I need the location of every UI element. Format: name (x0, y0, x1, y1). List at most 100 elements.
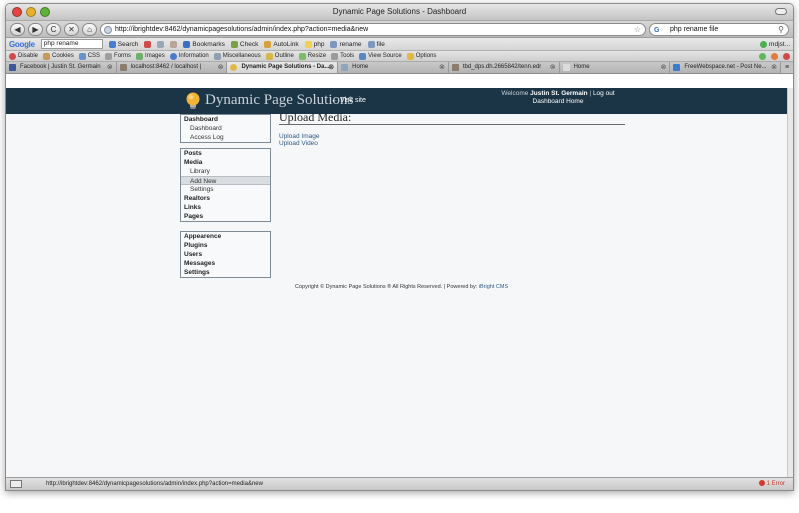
gtb-share[interactable] (157, 40, 165, 48)
wd-cookies[interactable]: Cookies (43, 52, 74, 60)
url-bar[interactable]: http://ibrightdev:8462/dynamicpagesoluti… (100, 22, 646, 36)
ibright-cms-link[interactable]: iBright CMS (479, 284, 508, 290)
upload-image-link[interactable]: Upload Image (279, 133, 319, 140)
sidebar-item-posts[interactable]: Posts (181, 149, 270, 158)
upload-video-link[interactable]: Upload Video (279, 140, 318, 147)
tab-home-1[interactable]: Home ⊗ (338, 62, 449, 73)
bookmark-star-icon[interactable]: ☆ (634, 24, 641, 35)
wd-miscellaneous[interactable]: Miscellaneous (213, 52, 261, 60)
wd-options[interactable]: Options (406, 52, 436, 60)
warning-icon[interactable] (771, 52, 778, 60)
wd-outline[interactable]: Outline (265, 52, 294, 60)
tab-close-icon[interactable]: ⊗ (328, 62, 334, 73)
tab-close-icon[interactable]: ⊗ (218, 62, 224, 73)
status-url: http://ibrightdev:8462/dynamicpagesoluti… (46, 481, 263, 487)
sidebar-item-add-new[interactable]: Add New (181, 176, 270, 185)
gtb-check[interactable]: Check (230, 40, 258, 48)
star-icon (183, 40, 191, 48)
tab-dynamic-page-solutions[interactable]: Dynamic Page Solutions - Da... ⊗ (227, 62, 339, 73)
search-box[interactable]: G php rename file ⚲ (649, 22, 789, 36)
page-footer: Copyright © Dynamic Page Solutions ® All… (295, 284, 508, 290)
sidebar-item-messages[interactable]: Messages (181, 259, 270, 268)
wd-view-source[interactable]: View Source (359, 52, 402, 60)
phpmyadmin-favicon-icon (119, 64, 127, 71)
google-toolbar: Google php rename Search Bookmarks Check… (6, 38, 793, 51)
sidebar-item-users[interactable]: Users (181, 250, 270, 259)
wd-tools[interactable]: Tools (331, 52, 354, 60)
sidebar-group-dashboard: Dashboard Dashboard Access Log (180, 114, 271, 143)
url-text[interactable]: http://ibrightdev:8462/dynamicpagesoluti… (115, 26, 368, 33)
google-toolbar-search[interactable]: php rename (40, 39, 103, 49)
sidebar-item-access-log[interactable]: Access Log (181, 133, 270, 142)
facebook-favicon-icon (9, 64, 16, 71)
tab-home-2[interactable]: Home ⊗ (559, 62, 671, 73)
sidebar-item-dashboard[interactable]: Dashboard (181, 124, 270, 133)
wd-css[interactable]: CSS (78, 52, 100, 60)
magnifier-icon[interactable]: ⚲ (778, 24, 784, 35)
page-favicon-icon (562, 64, 570, 71)
tab-close-icon[interactable]: ⊗ (439, 62, 445, 73)
tab-close-icon[interactable]: ⊗ (771, 62, 777, 73)
tab-freewebspace[interactable]: FreeWebspace.net - Post Ne... ⊗ (670, 62, 782, 73)
information-icon (169, 52, 177, 60)
gtb-gmail[interactable] (144, 40, 152, 48)
wd-resize[interactable]: Resize (298, 52, 326, 60)
wd-images[interactable]: Images (136, 52, 165, 60)
error-icon[interactable] (783, 52, 790, 60)
sidebar-group-content: Posts Media Library Add New Settings Rea… (180, 148, 271, 222)
wd-forms[interactable]: Forms (105, 52, 131, 60)
toolbar-toggle-button[interactable] (775, 8, 787, 15)
validation-ok-icon[interactable] (759, 52, 766, 60)
tab-close-icon[interactable]: ⊗ (660, 62, 666, 73)
user-name-link[interactable]: Justin St. Germain (530, 90, 587, 97)
gtb-right: mdjst... (760, 40, 790, 48)
sidebar-item-library[interactable]: Library (181, 167, 270, 176)
sidebar-item-plugins[interactable]: Plugins (181, 241, 270, 250)
status-bar: http://ibrightdev:8462/dynamicpagesoluti… (6, 477, 793, 490)
sidebar-item-media-settings[interactable]: Settings (181, 185, 270, 194)
navigation-toolbar: ◀ ▶ C ✕ ⌂ http://ibrightdev:8462/dynamic… (6, 21, 793, 38)
highlighter-icon (304, 40, 312, 48)
tab-close-icon[interactable]: ⊗ (107, 62, 113, 73)
search-box-text[interactable]: php rename file (670, 26, 718, 33)
sidebar-item-links[interactable]: Links (181, 203, 270, 212)
gtb-account[interactable]: mdjst... (760, 40, 790, 48)
wd-disable[interactable]: Disable (9, 52, 38, 60)
visit-site-link[interactable]: ← Visit site (331, 97, 366, 104)
gtb-plus[interactable] (170, 40, 178, 48)
sidebar-item-media[interactable]: Media (181, 158, 270, 167)
gtb-bookmarks[interactable]: Bookmarks (183, 40, 225, 48)
sidebar-item-realtors[interactable]: Realtors (181, 194, 270, 203)
log-out-link[interactable]: Log out (593, 90, 615, 97)
tab-facebook[interactable]: Facebook | Justin St. Germain ⊗ (6, 62, 117, 73)
tab-list-icon[interactable]: ≡ (781, 62, 793, 73)
gtb-term-file[interactable]: file (367, 40, 385, 48)
gtb-term-rename[interactable]: rename (330, 40, 362, 48)
gtb-term-php[interactable]: php (304, 40, 324, 48)
sidebar-item-pages[interactable]: Pages (181, 212, 270, 221)
site-header: Dynamic Page Solutions ← Visit site Welc… (6, 88, 793, 114)
back-button[interactable]: ◀ (10, 22, 25, 36)
tab-close-icon[interactable]: ⊗ (550, 62, 556, 73)
wd-information[interactable]: Information (169, 52, 209, 60)
sidebar-item-dashboard-heading[interactable]: Dashboard (181, 115, 270, 124)
google-search-engine-icon[interactable]: G (654, 25, 659, 35)
home-button[interactable]: ⌂ (82, 22, 97, 36)
sidebar-item-appearence[interactable]: Appearence (181, 232, 270, 241)
dashboard-home-link[interactable]: Dashboard Home (533, 98, 584, 105)
status-toggle-icon[interactable] (10, 480, 22, 488)
term-search-icon (367, 40, 375, 48)
sidebar-item-settings[interactable]: Settings (181, 268, 270, 277)
tab-tbd[interactable]: tbd_dps.dh.2665842/tenn.edr ⊗ (448, 62, 560, 73)
account-icon (760, 40, 768, 48)
gtb-autolink[interactable]: AutoLink (264, 40, 299, 48)
page-scrollbar[interactable] (787, 88, 793, 477)
gtb-search[interactable]: Search (108, 40, 138, 48)
reload-button[interactable]: C (46, 22, 61, 36)
forward-button[interactable]: ▶ (28, 22, 43, 36)
site-identity-icon[interactable] (104, 25, 112, 34)
error-count-badge[interactable]: 1 Error (759, 478, 785, 490)
tab-localhost[interactable]: localhost:8462 / localhost | ⊗ (116, 62, 228, 73)
stop-button[interactable]: ✕ (64, 22, 79, 36)
options-icon (406, 52, 414, 60)
